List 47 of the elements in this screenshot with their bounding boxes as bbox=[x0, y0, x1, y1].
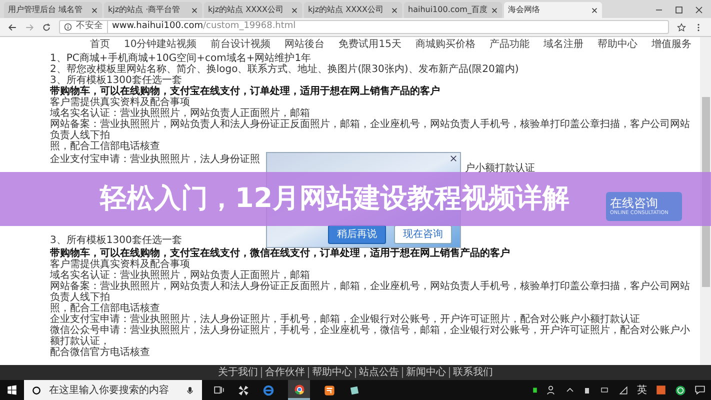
content-text: 网站备案：营业执照照片，网站负责人和法人身份证正反面照片，邮箱，企业座机号，网站负责人手机号，核验单打印盖公章扫描，客户公司网站负责人线下拍 bbox=[50, 281, 691, 303]
browser-tab[interactable]: haihui100.com_百度 bbox=[404, 2, 502, 18]
content-text: 企业支付宝申请：营业执照照片，法人身份证照片，手机号，邮箱，企业银行对公账号，开户许可证照片，配合对公账户小额打款认证 bbox=[50, 314, 640, 325]
content-text: 3、所有模板1300套任选一套 bbox=[50, 235, 183, 246]
footer-link[interactable]: 新闻中心 bbox=[402, 367, 449, 378]
content-text: 2、帮您改模板里网站名称、简介、换logo、联系方式、地址、换图片(限30张内)、发布新产品(限20篇内) bbox=[50, 64, 520, 75]
url-field[interactable]: 不安全 www.haihui100.com/custom_19968.html bbox=[59, 20, 669, 34]
content-text: 户小额打款认证 bbox=[465, 163, 535, 174]
input-method-indicator[interactable]: 英 bbox=[637, 384, 647, 396]
footer-link[interactable]: 站点公告 bbox=[355, 367, 402, 378]
content-text: 域名实名认证：营业执照照片，网站负责人正面照片，邮箱 bbox=[50, 270, 311, 281]
browser-tab[interactable]: kjz的站点 XXXX公司 bbox=[304, 2, 402, 18]
footer-link[interactable]: 帮助中心 bbox=[308, 367, 355, 378]
content-text: 网站备案：营业执照照片，网站负责人和法人身份证正反面照片，邮箱，企业座机号，网站负责人手机号，核验单打印盖公章扫描，客户公司网站负责人线下拍 bbox=[50, 119, 691, 141]
content-text: 客户需提供真实资料及配合事项 bbox=[50, 97, 191, 108]
footer-link[interactable]: 联系我们 bbox=[449, 367, 496, 378]
nav-link[interactable]: 域名注册 bbox=[543, 39, 584, 50]
footer-link[interactable]: 关于我们 bbox=[215, 367, 261, 378]
nav-link[interactable]: 产品功能 bbox=[489, 39, 530, 50]
footer-link[interactable]: 合作伙伴 bbox=[261, 367, 308, 378]
banner-title: 轻松入门，12月网站建设教程视频详解 bbox=[100, 183, 570, 215]
content-text: 3、所有模板1300套任选一套 bbox=[50, 75, 182, 86]
content-text: 域名实名认证：营业执照照片，网站负责人正面照片，邮箱 bbox=[50, 108, 311, 119]
nav-link[interactable]: 前台设计视频 bbox=[210, 39, 271, 50]
content-text: 微信公众号申请：营业执照照片，法人身份证照片，手机号，企业座机号，微信号，邮箱，企业银行对公账号，开户许可证照片，配合对公账户小额打款认证， bbox=[50, 325, 691, 347]
content-text: 客户需提供真实资料及配合事项 bbox=[50, 259, 191, 270]
browser-tab[interactable]: kjz的站点 ·商平台管 bbox=[104, 2, 202, 18]
content-text: 1、PC商城+手机商城+10G空间+com域名+网站维护1年 bbox=[50, 53, 312, 64]
content-text: 照，配合工信部电话核查 bbox=[50, 141, 161, 152]
content-text: 照，配合工信部电话核查 bbox=[50, 303, 161, 314]
taskbar-search-field[interactable]: 在这里输入你要搜索的内容 bbox=[24, 380, 202, 400]
browser-tab[interactable]: 用户管理后台 域名管 bbox=[4, 2, 102, 18]
nav-link[interactable]: 帮助中心 bbox=[597, 39, 638, 50]
popup-button[interactable]: 现在咨询 bbox=[394, 225, 452, 244]
nav-link[interactable]: 免费试用15天 bbox=[338, 39, 402, 50]
browser-tab[interactable]: 海会网络 bbox=[504, 2, 602, 18]
nav-link[interactable]: 网站後台 bbox=[284, 39, 325, 50]
content-text: 企业支付宝申请：营业执照照片，法人身份证照 bbox=[50, 154, 261, 165]
nav-link[interactable]: 增值服务 bbox=[651, 39, 692, 50]
content-text: 配合微信官方电话核查 bbox=[50, 347, 151, 358]
browser-tab[interactable]: kjz的站点 XXXX公司 bbox=[204, 2, 302, 18]
content-text: 带购物车，可以在线购物，支付宝在线支付，微信在线支付，订单处理，适用于想在网上销售产品的客户 bbox=[50, 248, 511, 259]
nav-link[interactable]: 首页 bbox=[90, 39, 110, 50]
popup-button[interactable]: 稍后再说 bbox=[328, 225, 386, 244]
nav-link[interactable]: 商城购买价格 bbox=[415, 39, 476, 50]
content-text: 带购物车，可以在线购物，支付宝在线支付，订单处理，适用于想在网上销售产品的客户 bbox=[50, 86, 441, 97]
nav-link[interactable]: 10分钟建站视频 bbox=[124, 39, 197, 50]
